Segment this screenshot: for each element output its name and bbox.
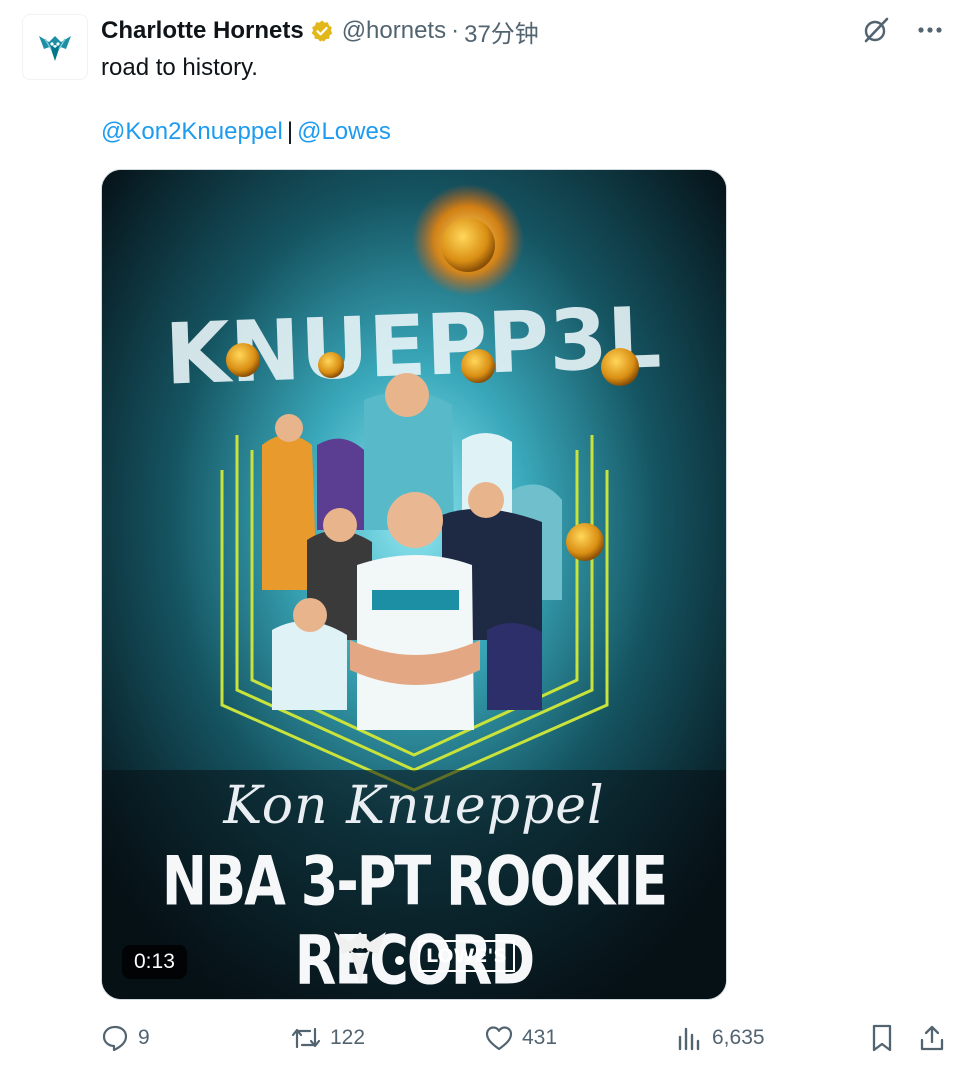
views-button[interactable]: 6,635 (676, 1018, 765, 1058)
mention-separator: | (286, 118, 294, 145)
mention-link-kon2knueppel[interactable]: @Kon2Knueppel (101, 118, 283, 145)
bookmark-icon (872, 1024, 892, 1052)
handle[interactable]: @hornets (342, 17, 446, 45)
action-bar: 9 122 431 6,635 (100, 1018, 950, 1058)
reply-button[interactable]: 9 (100, 1018, 150, 1058)
verified-badge-icon (310, 19, 334, 43)
video-player[interactable]: KNUEPP3L Kon Knueppel NBA 3-PT ROOKIE RE… (101, 169, 727, 1000)
more-icon[interactable] (914, 14, 946, 46)
reply-icon (102, 1025, 128, 1052)
like-count: 431 (522, 1026, 558, 1049)
video-headline: NBA 3-PT ROOKIE RECORD (161, 842, 668, 1000)
display-name[interactable]: Charlotte Hornets (101, 17, 304, 45)
hornets-logo-icon (39, 36, 71, 61)
share-icon (920, 1025, 944, 1051)
reply-count: 9 (138, 1026, 150, 1049)
tweet-header: Charlotte Hornets @hornets · 37分钟 (101, 14, 539, 48)
hornets-emblem-icon (334, 932, 386, 984)
sponsor-logo: LOWE'S (418, 940, 516, 972)
video-duration: 0:13 (122, 945, 187, 979)
grok-icon[interactable] (860, 14, 892, 46)
tweet-text: road to history. (101, 54, 258, 81)
repost-button[interactable]: 122 (290, 1018, 365, 1058)
avatar[interactable] (22, 14, 88, 80)
like-button[interactable]: 431 (484, 1018, 557, 1058)
video-name-script: Kon Knueppel (223, 776, 605, 836)
mentions-line: @Kon2Knueppel | @Lowes (101, 116, 391, 148)
mention-link-lowes[interactable]: @Lowes (297, 118, 391, 145)
bookmark-button[interactable] (868, 1018, 896, 1058)
repost-count: 122 (330, 1026, 366, 1049)
like-icon (485, 1026, 513, 1051)
separator-dot: · (451, 17, 460, 44)
timestamp[interactable]: 37分钟 (464, 14, 539, 49)
top-actions (860, 14, 946, 46)
view-count: 6,635 (712, 1026, 765, 1049)
repost-icon (291, 1027, 321, 1049)
views-icon (678, 1027, 700, 1051)
share-button[interactable] (918, 1018, 946, 1058)
sponsor-separator-dot (395, 956, 404, 965)
